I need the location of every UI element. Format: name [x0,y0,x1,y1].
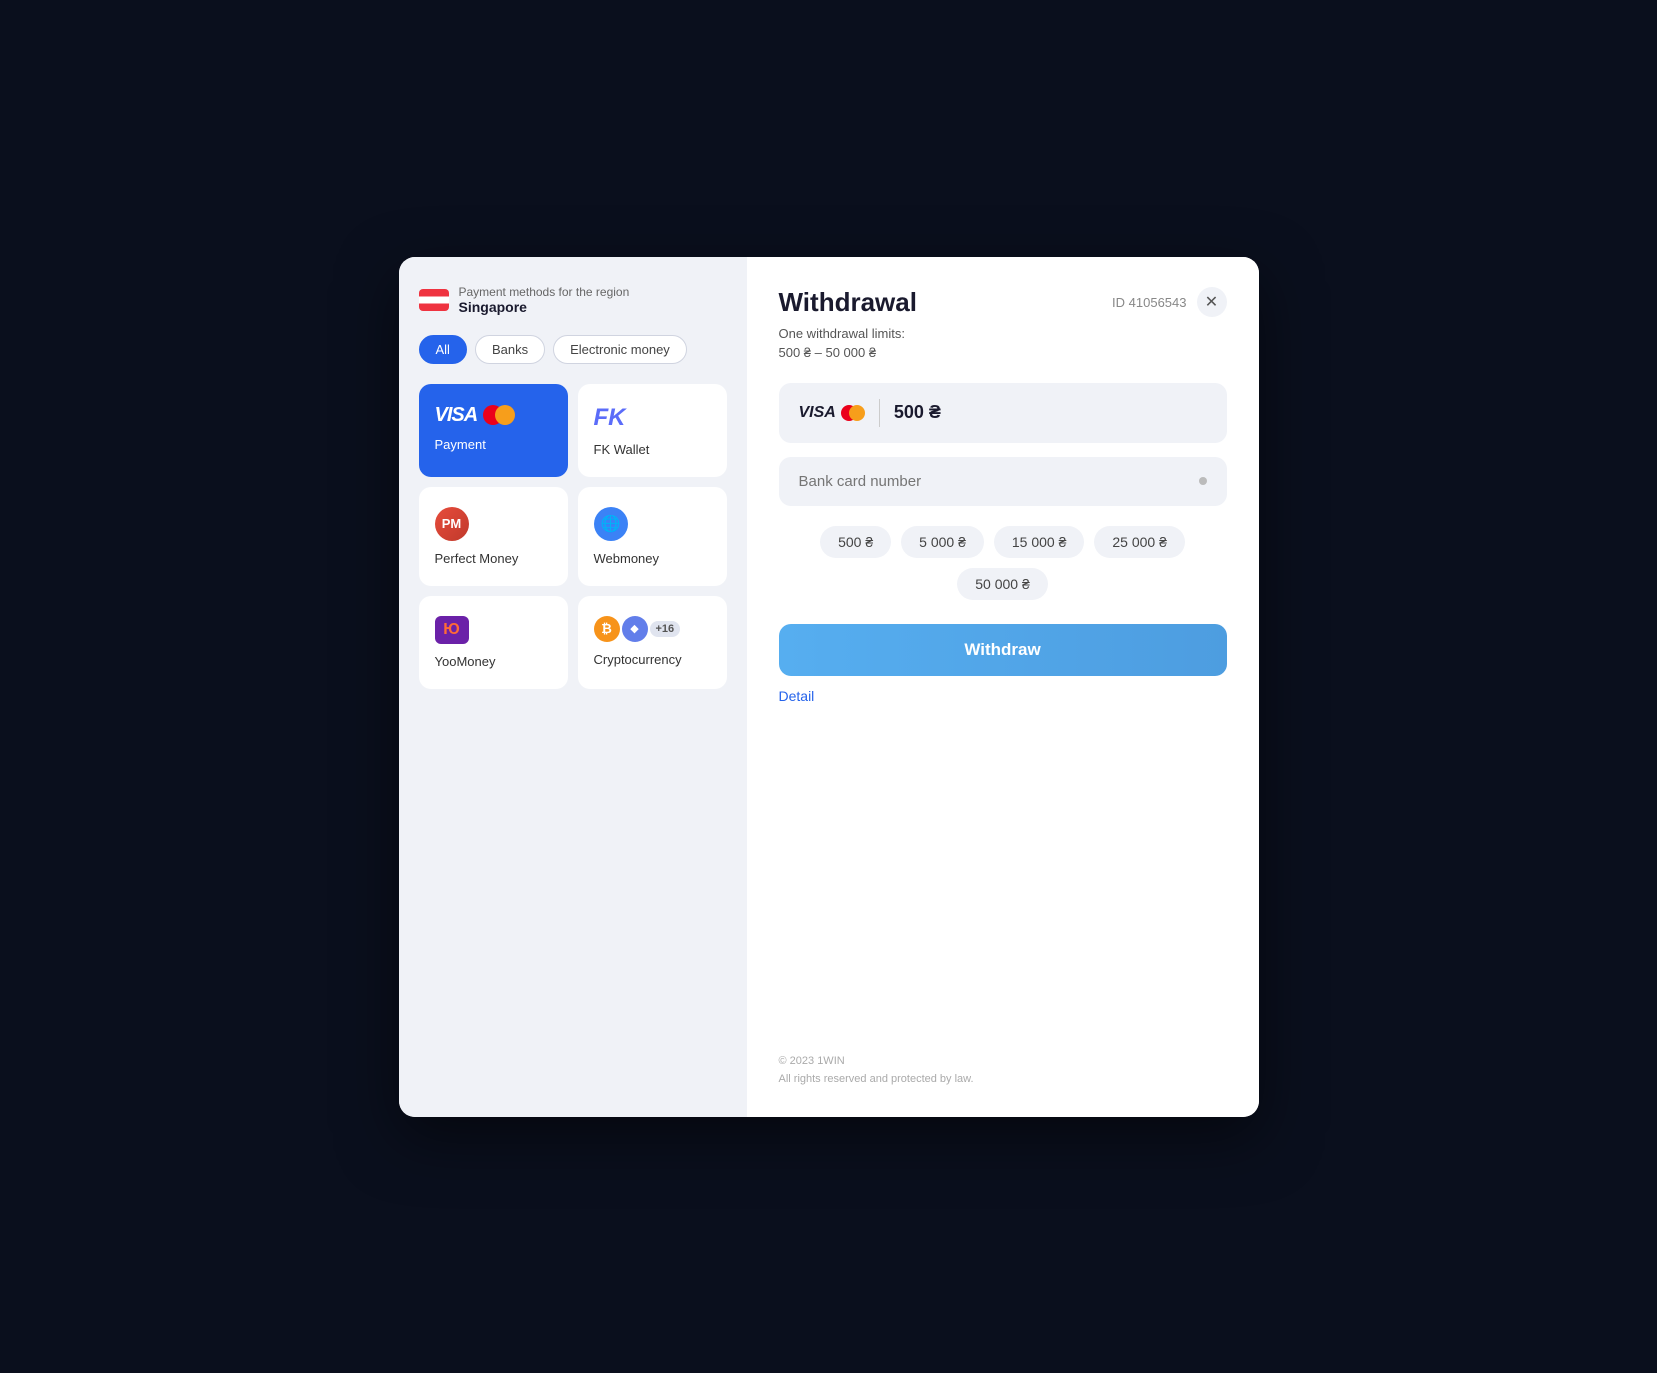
visa-text: VISA [435,404,478,427]
payment-method-perfectmoney[interactable]: PM Perfect Money [419,487,568,586]
footer: © 2023 1WIN All rights reserved and prot… [779,1033,1227,1088]
wm-icon: 🌐 [594,507,628,541]
amount-selector[interactable]: VISA 500 ₴ [779,383,1227,443]
pm-icon: PM [435,507,469,541]
withdrawal-modal: Payment methods for the region Singapore… [399,257,1259,1117]
visa-text-small: VISA [799,404,836,422]
amount-value: 500 ₴ [894,402,1207,423]
filter-banks[interactable]: Banks [475,335,545,364]
right-panel: Withdrawal ID 41056543 ✕ One withdrawal … [747,257,1259,1117]
btc-icon: ₿ [594,616,620,642]
dot-indicator [1199,477,1207,485]
payment-grid: VISA Payment FK FK Wallet PM Perfect Mon… [419,384,727,689]
visa-label: Payment [435,437,486,452]
bank-card-input-wrap[interactable] [779,457,1227,506]
region-name: Singapore [459,299,630,315]
limits-text: One withdrawal limits: 500 ₴ – 50 000 ₴ [779,324,1227,363]
footer-rights: All rights reserved and protected by law… [779,1071,1227,1089]
limits-line2: 500 ₴ – 50 000 ₴ [779,345,877,360]
flag-icon [419,289,449,311]
yoo-icon: Ю [435,616,469,644]
yoomoney-label: YooMoney [435,654,496,669]
payment-method-yoomoney[interactable]: Ю YooMoney [419,596,568,689]
withdraw-button[interactable]: Withdraw [779,624,1227,676]
visa-logo: VISA [435,404,516,427]
mc-circles [483,405,515,425]
id-close-group: ID 41056543 ✕ [1112,287,1226,317]
region-text: Payment methods for the region Singapore [459,285,630,315]
left-panel: Payment methods for the region Singapore… [399,257,747,1117]
quick-amount-25000[interactable]: 25 000 ₴ [1094,526,1185,558]
detail-link[interactable]: Detail [779,688,1227,704]
filter-row: All Banks Electronic money [419,335,727,364]
payment-method-fkwallet[interactable]: FK FK Wallet [578,384,727,477]
mc-circles-small [841,405,865,421]
mc-yellow-sm [849,405,865,421]
payment-method-crypto[interactable]: ₿ ◆ +16 Cryptocurrency [578,596,727,689]
eth-icon: ◆ [622,616,648,642]
crypto-label: Cryptocurrency [594,652,682,667]
region-header: Payment methods for the region Singapore [419,285,727,315]
crypto-plus-badge: +16 [650,621,681,637]
limits-line1: One withdrawal limits: [779,326,905,341]
payment-method-visa[interactable]: VISA Payment [419,384,568,477]
quick-amount-500[interactable]: 500 ₴ [820,526,891,558]
transaction-id: ID 41056543 [1112,295,1186,310]
crypto-icons: ₿ ◆ +16 [594,616,681,642]
perfectmoney-label: Perfect Money [435,551,519,566]
region-label: Payment methods for the region [459,285,630,299]
fk-logo: FK [594,404,626,432]
footer-copyright: © 2023 1WIN [779,1053,1227,1071]
mc-yellow-circle [495,405,515,425]
webmoney-label: Webmoney [594,551,660,566]
fkwallet-label: FK Wallet [594,442,650,457]
filter-electronic-money[interactable]: Electronic money [553,335,687,364]
quick-amount-15000[interactable]: 15 000 ₴ [994,526,1085,558]
payment-method-webmoney[interactable]: 🌐 Webmoney [578,487,727,586]
withdrawal-title: Withdrawal [779,287,917,318]
amount-divider [879,399,880,427]
close-button[interactable]: ✕ [1197,287,1227,317]
right-header: Withdrawal ID 41056543 ✕ [779,287,1227,318]
quick-amount-50000[interactable]: 50 000 ₴ [957,568,1048,600]
quick-amount-5000[interactable]: 5 000 ₴ [901,526,984,558]
bank-card-input[interactable] [799,473,1199,490]
quick-amounts: 500 ₴ 5 000 ₴ 15 000 ₴ 25 000 ₴ 50 000 ₴ [779,526,1227,600]
visa-small-logo: VISA [799,404,865,422]
filter-all[interactable]: All [419,335,467,364]
